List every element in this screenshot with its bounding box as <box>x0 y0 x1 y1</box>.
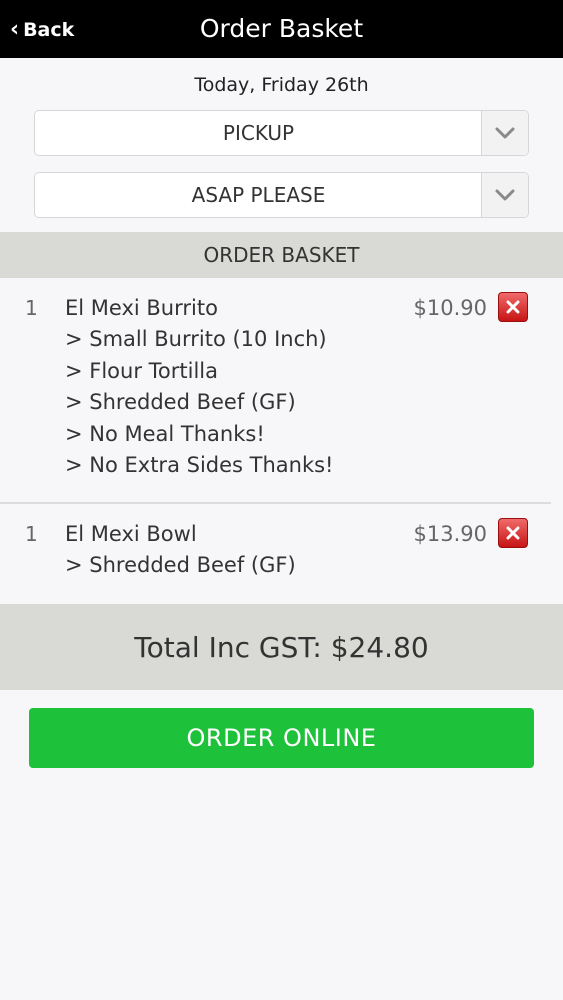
item-option: > Shredded Beef (GF) <box>65 553 296 577</box>
item-name: El Mexi Bowl <box>65 522 197 546</box>
item-divider <box>0 502 551 504</box>
remove-item-button[interactable] <box>498 292 528 322</box>
item-option: > No Extra Sides Thanks! <box>65 453 334 477</box>
delivery-method-dropdown-button[interactable] <box>481 111 528 155</box>
item-option: > No Meal Thanks! <box>65 422 265 446</box>
delivery-method-value: PICKUP <box>222 121 295 145</box>
item-option: > Small Burrito (10 Inch) <box>65 327 327 351</box>
item-price: $10.90 <box>413 296 487 320</box>
item-price: $13.90 <box>413 522 487 546</box>
close-icon <box>506 300 520 314</box>
item-option: > Flour Tortilla <box>65 359 218 383</box>
delivery-method-select[interactable]: PICKUP <box>34 110 529 156</box>
item-quantity: 1 <box>25 296 38 320</box>
basket-item: 1 El Mexi Bowl $13.90 > Shredded Beef (G… <box>0 518 551 592</box>
pickup-time-dropdown-button[interactable] <box>481 173 528 217</box>
item-quantity: 1 <box>25 522 38 546</box>
basket-item: 1 El Mexi Burrito $10.90 > Small Burrito… <box>0 292 551 496</box>
basket-heading: ORDER BASKET <box>0 232 563 278</box>
remove-item-button[interactable] <box>498 518 528 548</box>
pickup-time-select[interactable]: ASAP PLEASE <box>34 172 529 218</box>
chevron-down-icon <box>495 189 515 201</box>
item-name: El Mexi Burrito <box>65 296 218 320</box>
pickup-time-value: ASAP PLEASE <box>191 183 326 207</box>
close-icon <box>506 526 520 540</box>
order-online-button[interactable]: ORDER ONLINE <box>29 708 534 768</box>
top-navigation-bar: ‹ Back Order Basket <box>0 0 563 58</box>
order-date: Today, Friday 26th <box>194 74 369 96</box>
order-total: Total Inc GST: $24.80 <box>0 604 563 690</box>
item-option: > Shredded Beef (GF) <box>65 390 296 414</box>
chevron-down-icon <box>495 127 515 139</box>
page-title: Order Basket <box>199 14 364 43</box>
